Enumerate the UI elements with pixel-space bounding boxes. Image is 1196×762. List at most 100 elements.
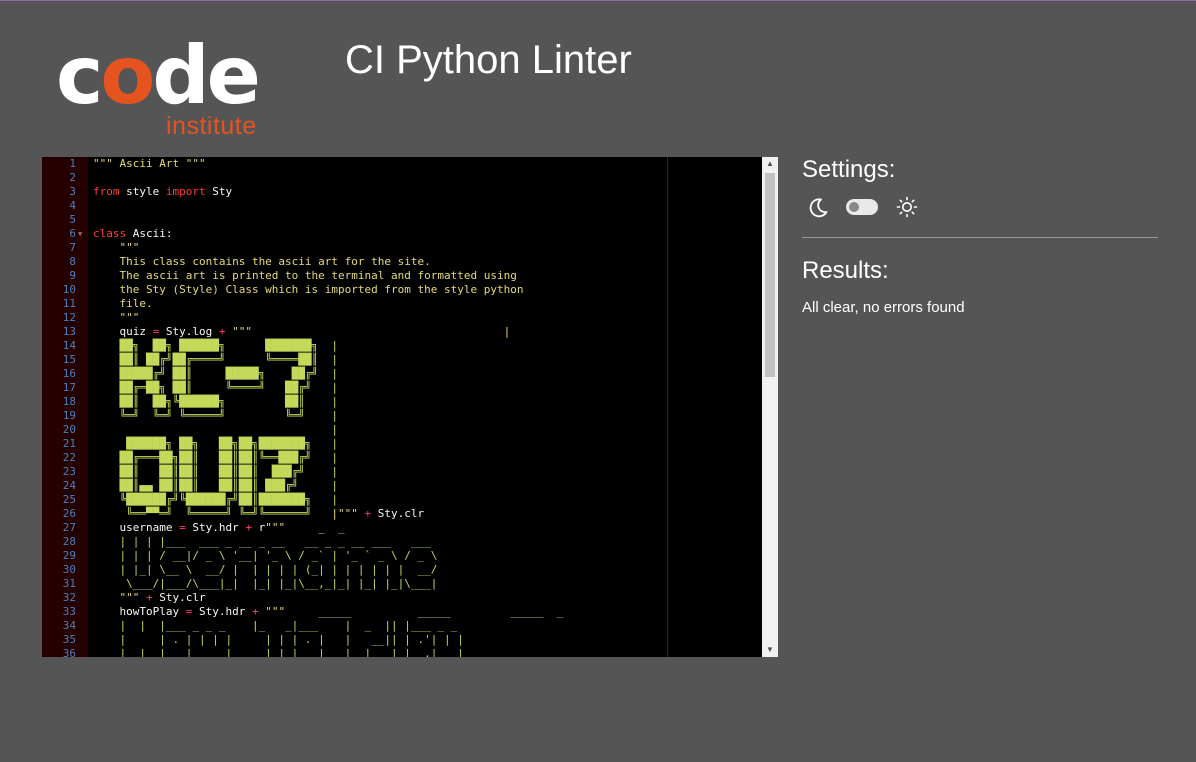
code-text: """ Ascii Art """ [93,157,206,170]
line-number: 22 [62,451,76,464]
moon-icon[interactable] [806,196,830,220]
line-number: 28 [62,535,76,548]
code-line[interactable]: 1 """ Ascii Art """ [42,157,762,171]
code-line[interactable]: 8 This class contains the ascii art for … [42,255,762,269]
code-text: | [93,423,339,436]
code-line[interactable]: 18 ██║ ██╗╚██████╗ ██║ | [42,395,762,409]
scroll-up-arrow-icon[interactable]: ▲ [762,157,778,171]
code-text: ╚══▀▀═╝ ╚═════╝ ╚═╝╚══════╝ |""" + Sty.c… [93,507,425,520]
line-number: 9 [69,269,76,282]
code-text: ╚██████╔╝╚██████╔╝██║███████╗ | [93,493,339,506]
line-number: 32 [62,591,76,604]
line-number: 31 [62,577,76,590]
panel-divider [802,237,1158,238]
code-line[interactable]: 36 |__|__|___|_____| |_| |___| |__| |_|_… [42,647,762,657]
code-line[interactable]: 24 ██║▄▄ ██║██║ ██║██║ ███╔╝ | [42,479,762,493]
code-line[interactable]: 13 quiz = Sty.log + """ | [42,325,762,339]
scrollbar-thumb[interactable] [765,173,775,377]
code-line[interactable]: 19 ╚═╝ ╚═╝ ╚═════╝ ╚═╝ | [42,409,762,423]
line-number: 34 [62,619,76,632]
theme-toggle[interactable] [846,199,878,215]
code-line[interactable]: 7 """ [42,241,762,255]
code-line[interactable]: 17 ██╔═██╗ ██║ ╚════╝ ██╔╝ | [42,381,762,395]
page-title: CI Python Linter [345,38,632,82]
line-number: 29 [62,549,76,562]
code-line[interactable]: 4 [42,199,762,213]
line-number: 24 [62,479,76,492]
code-line[interactable]: 23 ██║ ██║██║ ██║██║ ███╔╝ | [42,465,762,479]
results-message: All clear, no errors found [802,299,965,316]
line-number: 19 [62,409,76,422]
code-text: ██║ ██╗╚██████╗ ██║ | [93,395,339,408]
code-text: quiz = Sty.log + """ | [93,325,511,338]
code-line[interactable]: 3 from style import Sty [42,185,762,199]
code-text: \___/|___/\___|_| |_| |_|\__,_|_| |_| |_… [93,577,438,590]
code-line[interactable]: 11 file. [42,297,762,311]
code-line[interactable]: 2 [42,171,762,185]
code-text: | | | / __|/ _ \ '__| '_ \ / _` | '_ ` _… [93,549,438,562]
code-text: ██║ ██╔╝██╔════╝ ╚════██║ | [93,353,339,366]
code-line[interactable]: 9 The ascii art is printed to the termin… [42,269,762,283]
code-line[interactable]: 5 [42,213,762,227]
code-text: | | |___ _ _ _ |_ _|___ | _ || |___ _ _ [93,619,458,632]
code-text: | | . | | | | | | | . | | __|| | .'| | | [93,633,464,646]
code-editor[interactable]: 1 """ Ascii Art """ 2 3 from style import St… [42,157,778,657]
code-line[interactable]: 34 | | |___ _ _ _ |_ _|___ | _ || |___ _… [42,619,762,633]
line-number: 8 [69,255,76,268]
code-line[interactable]: 21 ██████╗ ██╗ ██╗██╗███████╗ | [42,437,762,451]
editor-scrollbar[interactable]: ▲ ▼ [762,157,778,657]
code-line[interactable]: 10 the Sty (Style) Class which is import… [42,283,762,297]
logo-wordmark: code [56,29,261,122]
sun-icon[interactable] [896,196,918,218]
line-number: 4 [69,199,76,212]
line-number: 26 [62,507,76,520]
code-text: """ [93,241,140,254]
results-heading: Results: [802,257,889,284]
line-number: 11 [62,297,76,310]
code-text: | |_| \__ \ __/ | | | | | (_| | | | | | … [93,563,438,576]
line-number: 15 [62,353,76,366]
code-text: The ascii art is printed to the terminal… [93,269,517,282]
code-text: ██████╗ ██╗ ██╗██╗███████╗ | [93,437,339,450]
line-number: 18 [62,395,76,408]
code-line[interactable]: 30 | |_| \__ \ __/ | | | | | (_| | | | |… [42,563,762,577]
line-number: 1 [69,157,76,170]
code-line[interactable]: 12 """ [42,311,762,325]
line-number: 3 [69,185,76,198]
code-text: class Ascii: [93,227,173,240]
scroll-down-arrow-icon[interactable]: ▼ [762,643,778,657]
code-text: ╚═╝ ╚═╝ ╚═════╝ ╚═╝ | [93,409,339,422]
code-line[interactable]: 6 ▼ class Ascii: [42,227,762,241]
line-number: 35 [62,633,76,646]
line-number: 27 [62,521,76,534]
code-line[interactable]: 31 \___/|___/\___|_| |_| |_|\__,_|_| |_|… [42,577,762,591]
code-line[interactable]: 16 █████╔╝ ██║ █████╗ ██╔╝ | [42,367,762,381]
toggle-knob [849,202,859,212]
code-line[interactable]: 28 | | | |___ ___ _ __ _ __ __ _ _ __ __… [42,535,762,549]
code-text: file. [93,297,153,310]
line-number: 12 [62,311,76,324]
fold-arrow-icon[interactable]: ▼ [78,227,82,241]
top-accent-line [0,0,1196,1]
line-number: 2 [69,171,76,184]
code-text: howToPlay = Sty.hdr + """ _____ _____ __… [93,605,564,618]
code-text: ██║▄▄ ██║██║ ██║██║ ███╔╝ | [93,479,339,492]
code-line[interactable]: 14 ██╗ ██╗ ██████╗ ███████╗ | [42,339,762,353]
code-line[interactable]: 32 """ + Sty.clr [42,591,762,605]
code-line[interactable]: 22 ██╔═══██╗██║ ██║██║╚══███╔╝ | [42,451,762,465]
code-line[interactable]: 26 ╚══▀▀═╝ ╚═════╝ ╚═╝╚══════╝ |""" + St… [42,507,762,521]
code-line[interactable]: 27 username = Sty.hdr + r""" _ _ [42,521,762,535]
code-line[interactable]: 35 | | . | | | | | | | . | | __|| | .'| … [42,633,762,647]
code-text: █████╔╝ ██║ █████╗ ██╔╝ | [93,367,339,380]
line-number: 23 [62,465,76,478]
line-number: 10 [62,283,76,296]
code-line[interactable]: 20 | [42,423,762,437]
line-number: 36 [62,647,76,657]
code-text: """ + Sty.clr [93,591,206,604]
code-line[interactable]: 33 howToPlay = Sty.hdr + """ _____ _____… [42,605,762,619]
code-line[interactable]: 15 ██║ ██╔╝██╔════╝ ╚════██║ | [42,353,762,367]
line-number: 14 [62,339,76,352]
code-text: ██╔═██╗ ██║ ╚════╝ ██╔╝ | [93,381,339,394]
code-line[interactable]: 29 | | | / __|/ _ \ '__| '_ \ / _` | '_ … [42,549,762,563]
code-line[interactable]: 25 ╚██████╔╝╚██████╔╝██║███████╗ | [42,493,762,507]
